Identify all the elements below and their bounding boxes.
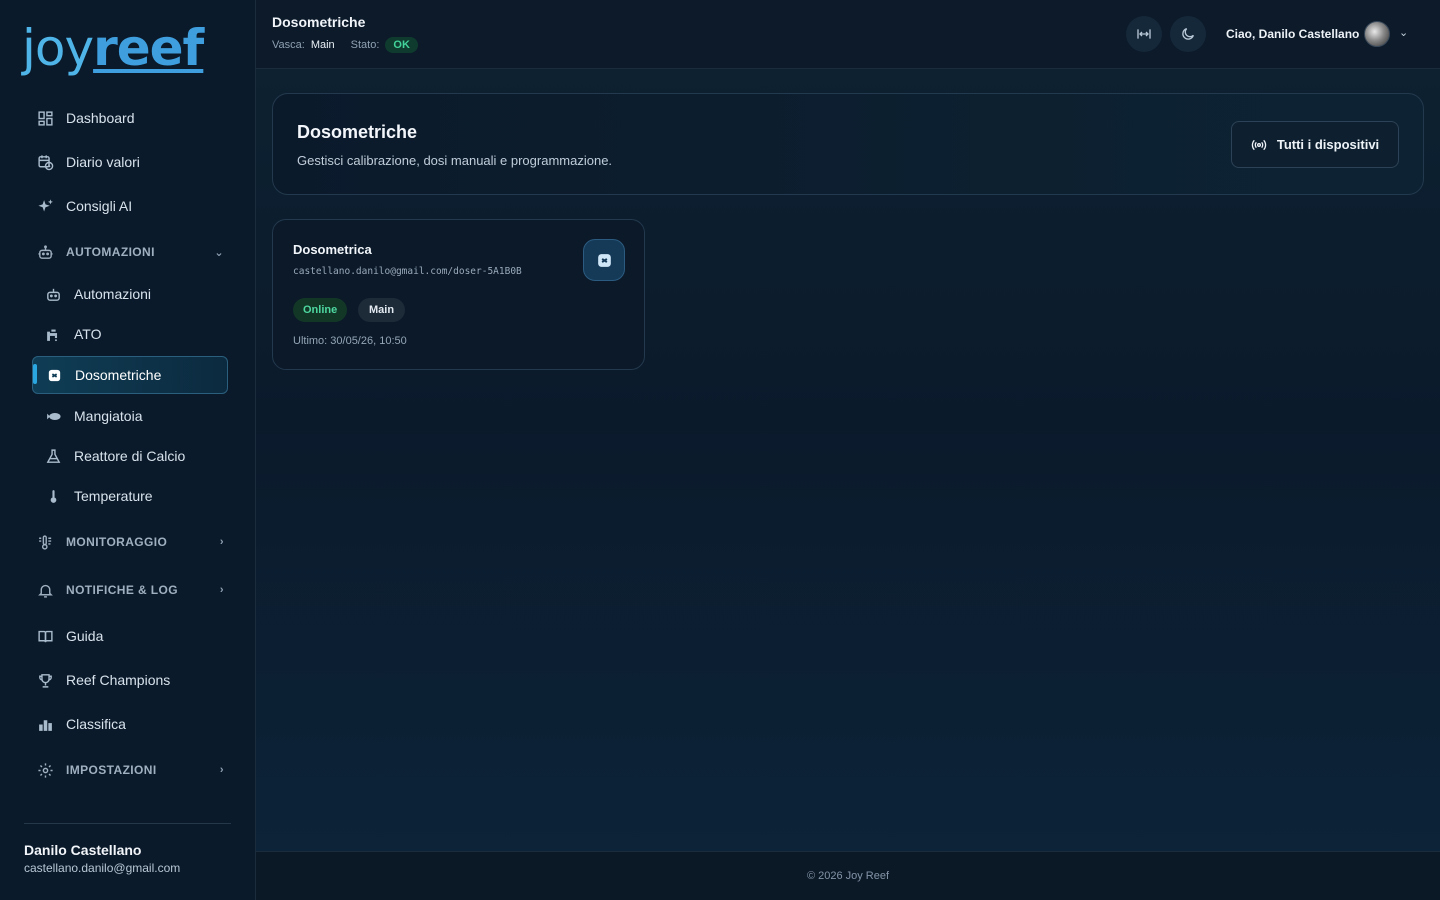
brand-logo-part2: reef — [93, 19, 204, 77]
sidebar-item-reattore-di-calcio[interactable]: Reattore di Calcio — [32, 438, 228, 474]
bell-icon — [36, 581, 54, 599]
sidebar-item-label: ATO — [74, 326, 102, 342]
sidebar-group-label: IMPOSTAZIONI — [66, 763, 157, 777]
chevron-right-icon: › — [219, 764, 224, 776]
faucet-icon — [44, 325, 62, 343]
last-seen: Ultimo: 30/05/26, 10:50 — [293, 335, 407, 347]
sidebar-item-label: Diario valori — [66, 154, 140, 170]
hero-subtitle: Gestisci calibrazione, dosi manuali e pr… — [297, 153, 613, 168]
sidebar-item-mangiatoia[interactable]: Mangiatoia — [32, 398, 228, 434]
footer: © 2026 Joy Reef — [256, 851, 1440, 900]
status-badge: OK — [385, 37, 418, 53]
sidebar-item-label: Dashboard — [66, 110, 135, 126]
broadcast-icon — [1251, 137, 1267, 153]
expand-width-icon — [1136, 26, 1152, 42]
sidebar-item-label: Guida — [66, 628, 104, 644]
sidebar-item-label: Consigli AI — [66, 198, 133, 214]
robot-icon — [36, 243, 54, 261]
calendar-clock-icon — [36, 153, 54, 171]
expand-width-button[interactable] — [1126, 16, 1162, 52]
chevron-down-icon[interactable]: ⌄ — [1399, 26, 1408, 39]
dashboard-icon — [36, 109, 54, 127]
hero-title: Dosometriche — [297, 122, 418, 142]
chevron-down-icon: ⌄ — [214, 246, 224, 259]
sidebar-group-notifiche-log[interactable]: NOTIFICHE & LOG › — [24, 572, 224, 608]
flask-icon — [44, 447, 62, 465]
chevron-right-icon: › — [219, 536, 224, 548]
sidebar-group-automazioni[interactable]: AUTOMAZIONI ⌄ — [24, 234, 224, 270]
all-devices-button[interactable]: Tutti i dispositivi — [1231, 121, 1399, 168]
sidebar-group-label: AUTOMAZIONI — [66, 245, 155, 259]
sidebar-item-label: Dosometriche — [75, 367, 162, 383]
sidebar-group-monitoraggio[interactable]: MONITORAGGIO › — [24, 524, 224, 560]
gear-icon — [36, 761, 54, 779]
page-meta: Vasca: Main Stato: OK — [272, 37, 418, 53]
book-icon — [36, 627, 54, 645]
sidebar-item-diario-valori[interactable]: Diario valori — [24, 144, 232, 180]
theme-toggle-button[interactable] — [1170, 16, 1206, 52]
robot-icon — [44, 285, 62, 303]
top-header: Dosometriche Vasca: Main Stato: OK Ciao,… — [256, 0, 1440, 69]
leaderboard-icon — [36, 715, 54, 733]
sidebar-item-ato[interactable]: ATO — [32, 316, 228, 352]
brand-logo[interactable]: joyreef — [22, 20, 212, 80]
vasca-value: Main — [310, 39, 335, 51]
sidebar-item-dosometriche[interactable]: Dosometriche — [32, 356, 228, 394]
user-greeting[interactable]: Ciao, Danilo Castellano — [1226, 27, 1359, 41]
sidebar-item-automazioni[interactable]: Automazioni — [32, 276, 228, 312]
sidebar-item-guida[interactable]: Guida — [24, 618, 232, 654]
sidebar-user-email: castellano.danilo@gmail.com — [24, 861, 181, 875]
trophy-icon — [36, 671, 54, 689]
sidebar-divider — [24, 823, 231, 824]
sidebar-group-label: NOTIFICHE & LOG — [66, 583, 178, 597]
all-devices-label: Tutti i dispositivi — [1276, 137, 1380, 152]
sidebar-group-impostazioni[interactable]: IMPOSTAZIONI › — [24, 752, 224, 788]
sidebar-item-consigli-ai[interactable]: Consigli AI — [24, 188, 232, 224]
device-name: Dosometrica — [293, 242, 372, 257]
page-title: Dosometriche — [272, 14, 366, 30]
brand-logo-part1: joy — [22, 19, 94, 77]
sidebar-item-classifica[interactable]: Classifica — [24, 706, 232, 742]
tank-badge: Main — [358, 298, 406, 322]
doser-icon — [45, 366, 63, 384]
fish-icon — [44, 407, 62, 425]
device-card[interactable]: Dosometrica castellano.danilo@gmail.com/… — [272, 219, 645, 370]
status-badge: Online — [293, 298, 348, 322]
vasca-label: Vasca: — [272, 39, 305, 51]
sparkles-icon — [36, 197, 54, 215]
chevron-right-icon: › — [219, 584, 224, 596]
doser-icon[interactable] — [583, 239, 625, 281]
sidebar-item-label: Reattore di Calcio — [74, 448, 186, 464]
sidebar-item-dashboard[interactable]: Dashboard — [24, 100, 232, 136]
sidebar-item-temperature[interactable]: Temperature — [32, 478, 228, 514]
device-id: castellano.danilo@gmail.com/doser-5A1B0B — [293, 266, 522, 277]
thermometer-icon — [44, 487, 62, 505]
sidebar-item-label: Reef Champions — [66, 672, 171, 688]
sidebar-item-label: Mangiatoia — [74, 408, 143, 424]
sidebar-user-name: Danilo Castellano — [24, 842, 142, 858]
stato-label: Stato: — [350, 39, 380, 51]
sidebar-item-reef-champions[interactable]: Reef Champions — [24, 662, 232, 698]
avatar[interactable] — [1364, 21, 1390, 47]
copyright-text: © 2026 Joy Reef — [806, 870, 890, 882]
sidebar-item-label: Classifica — [66, 716, 126, 732]
sidebar-item-label: Temperature — [74, 488, 153, 504]
thermometer-monitor-icon — [36, 533, 54, 551]
sidebar-group-label: MONITORAGGIO — [66, 535, 168, 549]
sidebar: joyreef Dashboard Diario valori Consigli… — [0, 0, 256, 900]
page-hero-card: Dosometriche Gestisci calibrazione, dosi… — [272, 93, 1424, 195]
sidebar-item-label: Automazioni — [74, 286, 152, 302]
main-content: Dosometriche Gestisci calibrazione, dosi… — [256, 69, 1440, 851]
moon-icon — [1180, 26, 1196, 42]
